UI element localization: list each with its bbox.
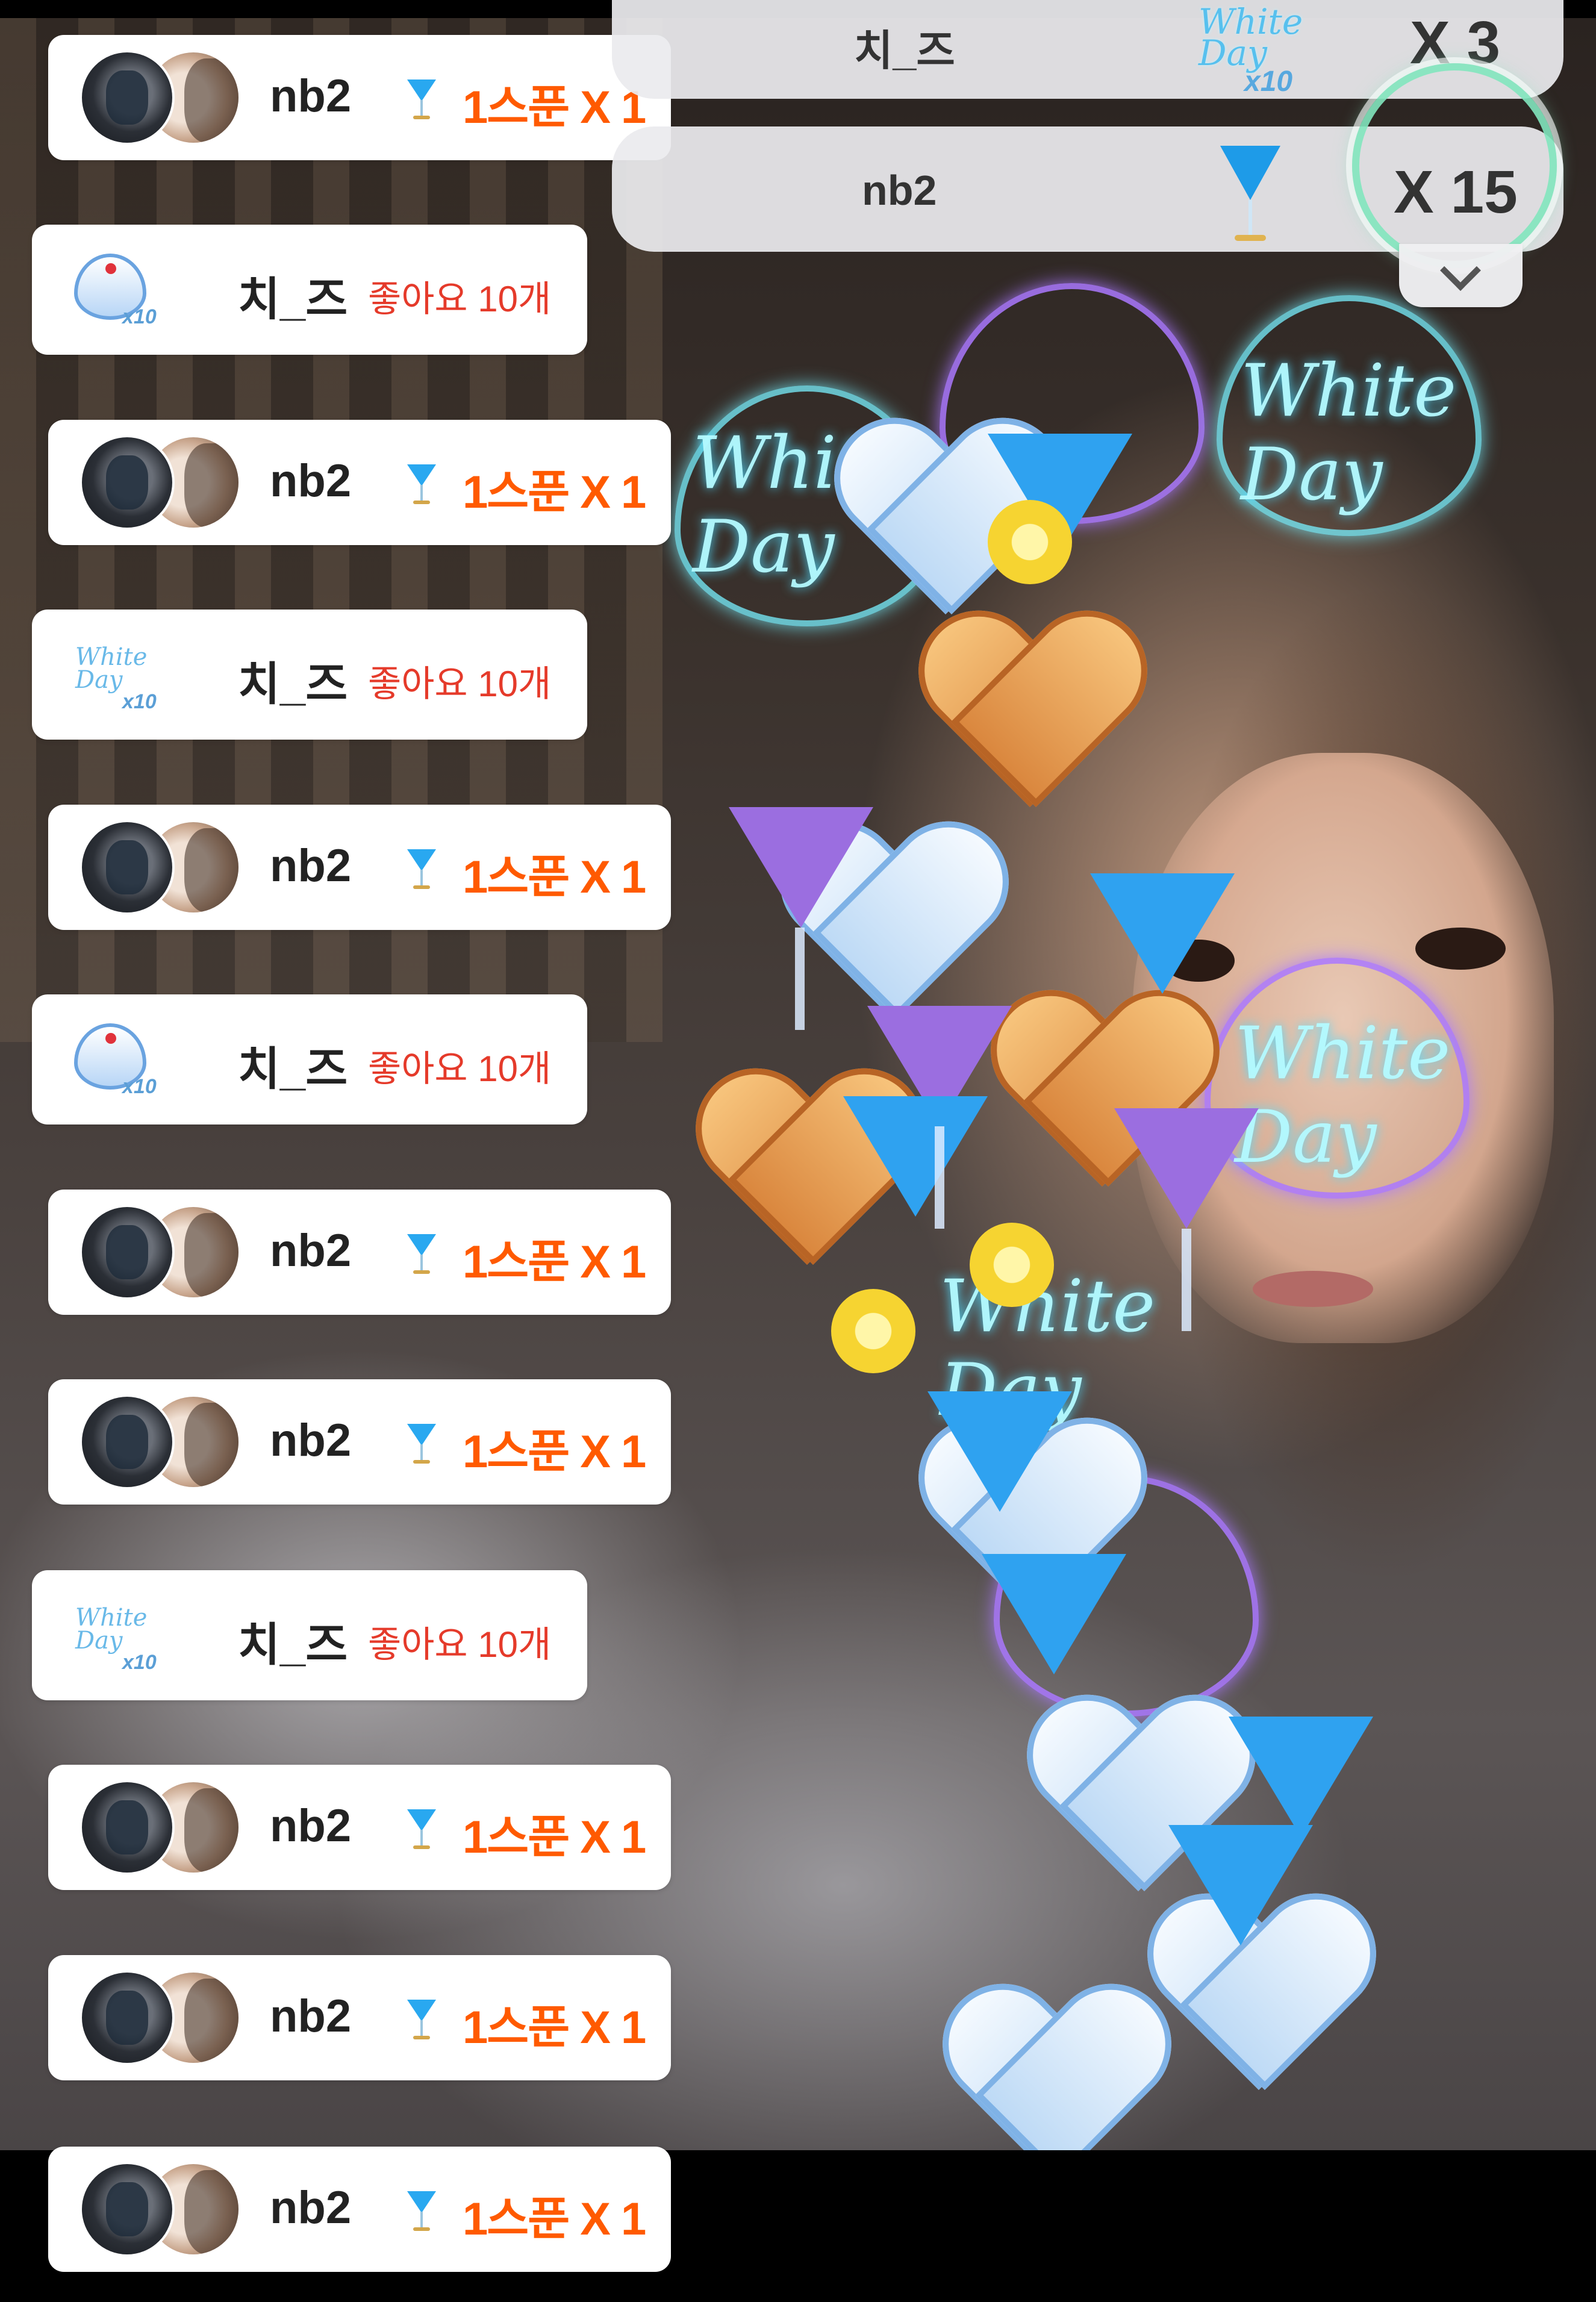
- heart-cookie-gift-icon: x10: [69, 1017, 160, 1102]
- chat-item-like[interactable]: White Day x10 치_즈 좋아요 10개: [32, 1570, 587, 1700]
- spoon-gift-text: 1스푼 X 1: [463, 467, 646, 518]
- spoon-gift-text: 1스푼 X 1: [463, 1812, 646, 1863]
- white-day-gift-icon: White Day x10: [75, 643, 157, 713]
- white-day-gift-icon: White Day x10: [1199, 1, 1303, 98]
- nickname: nb2: [270, 1225, 352, 1276]
- cocktail-stem: [935, 1126, 944, 1229]
- avatar-pair: [79, 1780, 284, 1876]
- ranking-nickname: 치_즈: [854, 27, 955, 74]
- like-count-text: 좋아요 10개: [368, 279, 552, 319]
- avatar: [79, 435, 175, 530]
- lemon-slice-icon: [988, 500, 1072, 584]
- avatar: [79, 1394, 175, 1489]
- cocktail-icon: [1090, 873, 1235, 994]
- chat-item-spoon[interactable]: nb2 1스푼 X 1: [48, 1765, 671, 1890]
- avatar: [79, 1970, 175, 2065]
- nickname: nb2: [270, 1415, 352, 1466]
- chat-item-spoon[interactable]: nb2 1스푼 X 1: [48, 35, 671, 160]
- neon-white-day-text: White Day: [1241, 349, 1457, 517]
- cocktail-stem: [1182, 1229, 1191, 1331]
- avatar-pair: [79, 1394, 284, 1491]
- nickname: 치_즈: [238, 1620, 348, 1671]
- avatar: [79, 820, 175, 915]
- avatar-pair: [79, 50, 284, 146]
- spoon-gift-text: 1스푼 X 1: [463, 82, 646, 133]
- cocktail-icon: [843, 1096, 988, 1217]
- spoon-gift-text: 1스푼 X 1: [463, 852, 646, 903]
- ranking-count: X 15: [1394, 158, 1518, 226]
- chat-item-like[interactable]: x10 치_즈 좋아요 10개: [32, 225, 587, 355]
- avatar-pair: [79, 1205, 284, 1301]
- chat-item-spoon[interactable]: nb2 1스푼 X 1: [48, 420, 671, 545]
- avatar-pair: [79, 435, 284, 531]
- nickname: nb2: [270, 70, 352, 122]
- ranking-row[interactable]: nb2 X 15: [612, 126, 1563, 252]
- streamer-lips: [1253, 1271, 1373, 1307]
- white-day-gift-icon: White Day x10: [75, 1604, 157, 1674]
- neon-white-day-text: White Day: [1235, 1012, 1451, 1179]
- avatar: [79, 1780, 175, 1875]
- nickname: 치_즈: [238, 1044, 348, 1095]
- like-count-text: 좋아요 10개: [368, 664, 552, 704]
- like-count-text: 좋아요 10개: [368, 1049, 552, 1089]
- chat-item-spoon[interactable]: nb2 1스푼 X 1: [48, 1955, 671, 2080]
- spoon-gift-text: 1스푼 X 1: [463, 1237, 646, 1288]
- spoon-cocktail-icon: [404, 77, 440, 125]
- chat-item-spoon[interactable]: nb2 1스푼 X 1: [48, 805, 671, 930]
- nickname: nb2: [270, 2182, 352, 2233]
- cocktail-stem: [795, 928, 805, 1030]
- nickname: nb2: [270, 1991, 352, 2042]
- lemon-slice-icon: [970, 1223, 1054, 1307]
- cocktail-icon: [1229, 1717, 1373, 1837]
- chat-item-spoon[interactable]: nb2 1스푼 X 1: [48, 2147, 671, 2272]
- nickname: nb2: [270, 1800, 352, 1851]
- avatar: [79, 50, 175, 145]
- nickname: 치_즈: [238, 659, 348, 710]
- chat-item-like[interactable]: White Day x10 치_즈 좋아요 10개: [32, 610, 587, 740]
- spoon-cocktail-icon: [404, 1997, 440, 2045]
- cocktail-icon: [927, 1391, 1072, 1512]
- spoon-cocktail-icon: [404, 1807, 440, 1855]
- cocktail-icon: [1168, 1825, 1313, 1945]
- cocktail-icon: [729, 807, 873, 928]
- avatar-pair: [79, 820, 284, 916]
- spoon-gift-text: 1스푼 X 1: [463, 2194, 646, 2245]
- cocktail-icon: [1114, 1108, 1259, 1229]
- spoon-cocktail-icon: [404, 2189, 440, 2237]
- like-count-text: 좋아요 10개: [368, 1624, 552, 1665]
- avatar-pair: [79, 1970, 284, 2066]
- ranking-row[interactable]: 치_즈 White Day x10 X 3: [612, 0, 1563, 99]
- heart-cookie-icon: [915, 614, 1144, 819]
- spoon-cocktail-icon: [404, 462, 440, 510]
- nickname: nb2: [270, 455, 352, 507]
- spoon-cocktail-icon: [404, 1232, 440, 1280]
- streamer-eye: [1415, 928, 1506, 970]
- avatar: [79, 2162, 175, 2257]
- spoon-cocktail-icon: [404, 847, 440, 895]
- nickname: 치_즈: [238, 274, 348, 325]
- ranking-nickname: nb2: [862, 167, 937, 214]
- blue-cocktail-icon: [1214, 134, 1286, 248]
- avatar: [79, 1205, 175, 1300]
- spoon-gift-text: 1스푼 X 1: [463, 1426, 646, 1477]
- nickname: nb2: [270, 840, 352, 891]
- lemon-slice-icon: [831, 1289, 915, 1373]
- ranking-count: X 3: [1410, 9, 1501, 76]
- chat-item-spoon[interactable]: nb2 1스푼 X 1: [48, 1190, 671, 1315]
- expand-ranking-button[interactable]: [1399, 244, 1523, 307]
- chat-item-spoon[interactable]: nb2 1스푼 X 1: [48, 1379, 671, 1505]
- spoon-gift-text: 1스푼 X 1: [463, 2002, 646, 2053]
- chevron-down-icon: [1440, 250, 1481, 291]
- avatar-pair: [79, 2162, 284, 2258]
- spoon-cocktail-icon: [404, 1421, 440, 1470]
- chat-item-like[interactable]: x10 치_즈 좋아요 10개: [32, 994, 587, 1124]
- heart-cookie-gift-icon: x10: [69, 248, 160, 332]
- cocktail-icon: [982, 1554, 1126, 1674]
